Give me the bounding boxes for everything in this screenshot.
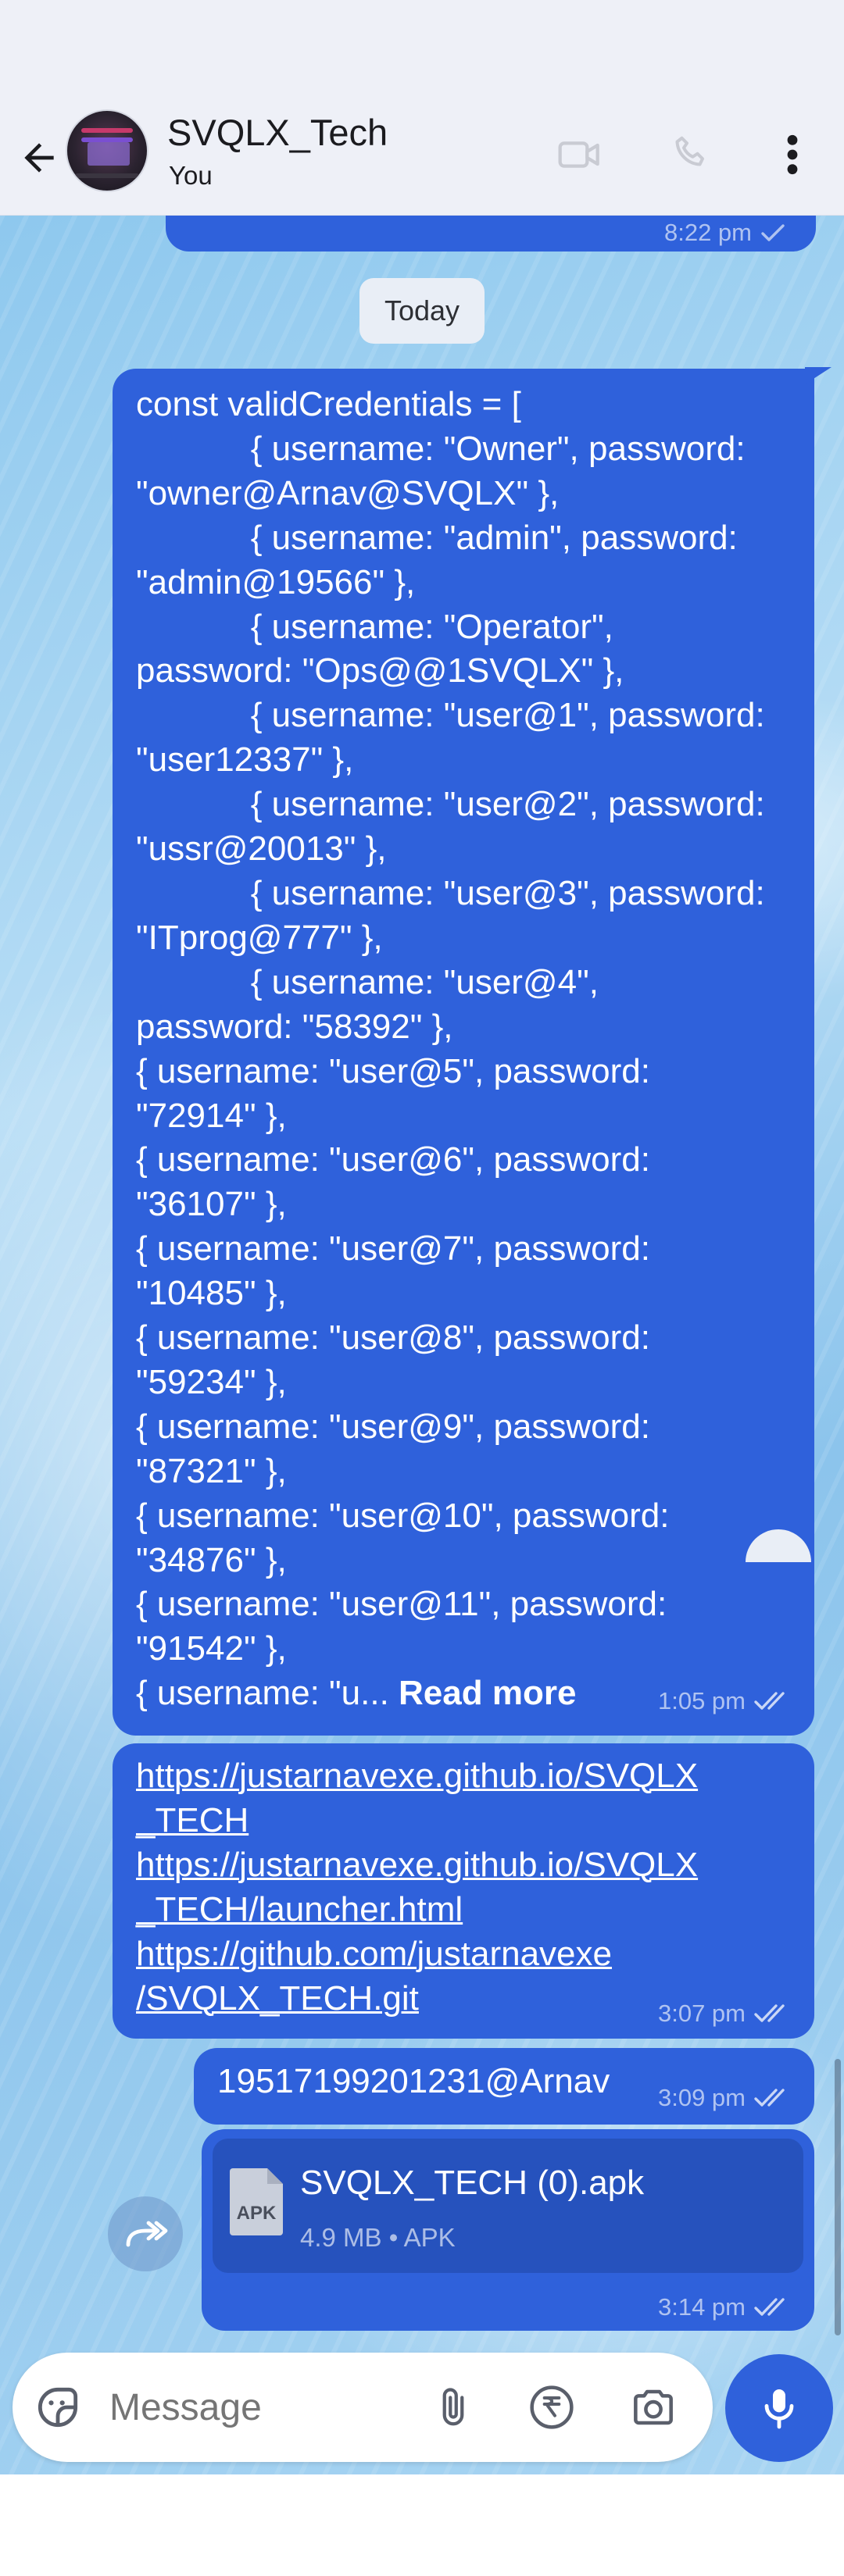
link-repo[interactable]: https://github.com/justarnavexe: [136, 1932, 698, 1976]
more-options-icon: [787, 134, 798, 175]
code-line: const validCredentials = [: [136, 385, 521, 423]
date-separator: Today: [359, 278, 485, 344]
sticker-button[interactable]: [31, 2381, 84, 2434]
rupee-payment-icon: [530, 2385, 574, 2429]
forward-button[interactable]: [108, 2196, 183, 2271]
code-line: { username: "user@11", password:: [136, 1585, 667, 1624]
code-line: { username: "user@6", password:: [136, 1140, 650, 1179]
back-arrow-icon: [24, 143, 54, 173]
code-line: { username: "user@2", password:: [136, 785, 765, 824]
video-call-button[interactable]: [549, 123, 611, 186]
camera-button[interactable]: [625, 2379, 681, 2435]
chat-header: SVQLX_Tech You: [0, 100, 844, 216]
truncated-text: { username: "u...: [136, 1674, 399, 1713]
chat-subtitle: You: [169, 161, 213, 190]
code-line: "10485" },: [136, 1274, 287, 1313]
chat-screen: SVQLX_Tech You 8:22 pm Today 1:05 pm con…: [0, 0, 844, 2576]
text-message-bubble[interactable]: 19517199201231@Arnav 3:09 pm: [194, 2048, 814, 2125]
link-repo[interactable]: /SVQLX_TECH.git: [136, 1976, 698, 2021]
code-line: "59234" },: [136, 1362, 287, 1401]
more-options-button[interactable]: [761, 123, 824, 186]
link-site[interactable]: https://justarnavexe.github.io/SVQLX: [136, 1754, 698, 1798]
code-line: { username: "user@1", password:: [136, 696, 765, 735]
bubble-tail: [805, 367, 831, 384]
link-launcher[interactable]: https://justarnavexe.github.io/SVQLX: [136, 1843, 698, 1887]
links-list: https://justarnavexe.github.io/SVQLX _TE…: [136, 1754, 698, 2021]
code-line: "admin@19566" },: [136, 562, 416, 601]
file-meta: 4.9 MB • APK: [300, 2223, 456, 2252]
code-line: { username: "user@4",: [136, 962, 599, 1001]
message-text: 19517199201231@Arnav: [217, 2062, 610, 2100]
navigation-bar-area: [0, 2474, 844, 2576]
mic-icon: [764, 2389, 794, 2429]
file-attachment[interactable]: APK SVQLX_TECH (0).apk 4.9 MB • APK: [213, 2139, 803, 2273]
message-composer: [13, 2353, 713, 2462]
camera-icon: [634, 2389, 673, 2425]
code-message-text[interactable]: const validCredentials = [ { username: "…: [136, 383, 816, 1716]
code-line: "owner@Arnav@SVQLX" },: [136, 473, 560, 512]
read-double-check-icon: [754, 2089, 785, 2107]
code-line: "87321" },: [136, 1451, 287, 1490]
back-button[interactable]: [11, 130, 67, 186]
code-line: { username: "user@9", password:: [136, 1407, 650, 1446]
code-line: { username: "Owner", password:: [136, 429, 746, 468]
code-line: "34876" },: [136, 1540, 287, 1579]
sticker-icon: [38, 2387, 78, 2428]
link-site[interactable]: _TECH: [136, 1798, 698, 1843]
code-line: { username: "user@10", password:: [136, 1496, 670, 1535]
attach-button[interactable]: [425, 2379, 481, 2435]
code-line: { username: "user@5", password:: [136, 1051, 650, 1090]
code-line: password: "Ops@@1SVQLX" },: [136, 651, 624, 690]
attach-icon: [442, 2388, 464, 2426]
voice-call-button[interactable]: [661, 123, 724, 186]
forward-icon: [126, 2221, 168, 2247]
code-line: "91542" },: [136, 1629, 287, 1668]
video-call-icon: [558, 141, 599, 168]
code-line: "ussr@20013" },: [136, 830, 387, 869]
file-type-badge: APK: [236, 2203, 277, 2224]
code-line: "user12337" },: [136, 740, 354, 780]
code-line: "ITprog@777" },: [136, 918, 383, 957]
code-line: password: "58392" },: [136, 1007, 453, 1046]
message-input[interactable]: [109, 2374, 406, 2440]
payment-button[interactable]: [524, 2379, 580, 2435]
code-line: "36107" },: [136, 1185, 287, 1224]
sent-check-icon: [761, 224, 785, 241]
read-double-check-icon: [754, 2004, 785, 2022]
chat-title[interactable]: SVQLX_Tech: [167, 111, 388, 154]
code-line: { username: "Operator",: [136, 607, 613, 646]
chat-scrollbar[interactable]: [835, 2059, 841, 2335]
message-time: 3:14 pm: [657, 2293, 746, 2321]
read-double-check-icon: [754, 2298, 785, 2316]
voice-call-icon: [675, 136, 704, 166]
code-line: { username: "user@8", password:: [136, 1318, 650, 1358]
code-line-truncated: { username: "u... Read more: [136, 1672, 816, 1716]
apk-file-icon: APK: [230, 2168, 283, 2235]
message-time: 3:09 pm: [657, 2084, 746, 2111]
link-launcher[interactable]: _TECH/launcher.html: [136, 1887, 698, 1932]
code-line: { username: "user@3", password:: [136, 873, 765, 912]
voice-message-button[interactable]: [725, 2354, 833, 2462]
read-more-link[interactable]: Read more: [399, 1674, 576, 1712]
message-time: 8:22 pm: [663, 219, 752, 246]
code-line: { username: "user@7", password:: [136, 1229, 650, 1268]
contact-avatar[interactable]: [66, 109, 148, 192]
code-line: "72914" },: [136, 1096, 287, 1135]
status-bar-area: [0, 0, 844, 100]
file-name: SVQLX_TECH (0).apk: [300, 2164, 645, 2202]
code-line: { username: "admin", password:: [136, 518, 738, 557]
